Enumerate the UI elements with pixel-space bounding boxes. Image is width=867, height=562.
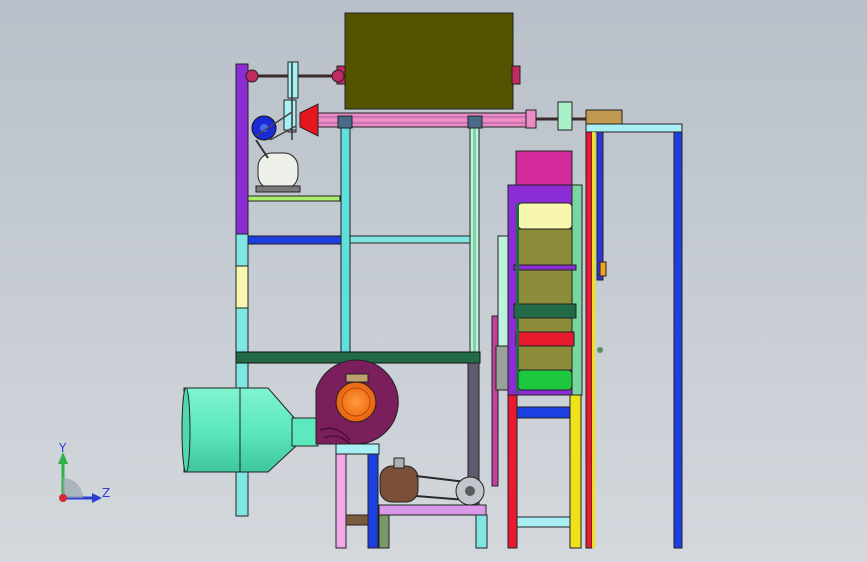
right-frame-chain[interactable]: [596, 131, 604, 281]
screw-bearing-block[interactable]: [557, 101, 573, 131]
elevator-belt[interactable]: [491, 315, 499, 487]
right-frame-top-bar[interactable]: [585, 123, 683, 133]
screw-gearbox[interactable]: [585, 109, 623, 125]
dryer-leg-yellow[interactable]: [569, 394, 582, 549]
dryer-top-magenta[interactable]: [515, 150, 573, 188]
triad-z-label: Z: [102, 486, 110, 500]
dryer-leg-blue-bar: [516, 406, 571, 419]
dryer-divider-1: [513, 264, 577, 271]
hopper[interactable]: [344, 12, 514, 110]
dryer-olive-block-2[interactable]: [517, 269, 573, 305]
cad-viewport[interactable]: Y Z: [0, 0, 867, 562]
triad-x-dot: [59, 494, 67, 502]
left-purple-column[interactable]: [235, 63, 249, 235]
duct-cylinder[interactable]: [183, 387, 241, 473]
dryer-frame-green-side: [571, 184, 583, 396]
conveyor-bracket-right: [467, 115, 483, 129]
lower-stand-crossbar: [345, 514, 369, 526]
screw-end-cap: [525, 109, 537, 129]
right-frame-inner-post: [592, 132, 595, 548]
dryer-leg-red[interactable]: [507, 394, 518, 549]
lower-motor-body[interactable]: [379, 465, 419, 503]
dryer-divider-2: [513, 303, 577, 319]
lower-stand-top[interactable]: [335, 443, 380, 455]
right-frame-bearing: [599, 261, 607, 277]
right-frame-bolt: [597, 347, 603, 353]
left-column-yellow-plate: [235, 265, 249, 309]
motor-base-plate[interactable]: [247, 195, 341, 202]
right-frame-blue-post[interactable]: [673, 131, 683, 549]
lower-motor-cap: [393, 457, 405, 469]
dryer-olive-block-1[interactable]: [517, 228, 573, 267]
conveyor-bracket: [337, 115, 353, 129]
frame-cyan-post-right-inner: [473, 126, 476, 352]
lower-stand-blue-leg[interactable]: [367, 451, 379, 549]
dryer-olive-block-3[interactable]: [517, 317, 573, 333]
dryer-inner-strip: [516, 203, 519, 393]
frame-cyan-post-center[interactable]: [340, 126, 351, 353]
fan-inlet-plate: [345, 373, 369, 383]
dryer-yellow-block[interactable]: [517, 202, 573, 230]
drive-bearing-right[interactable]: [331, 69, 345, 83]
lower-stand-pink-leg[interactable]: [335, 451, 347, 549]
triad-y-label: Y: [58, 441, 67, 455]
right-frame-red-post[interactable]: [585, 131, 593, 549]
frame-blue-bar[interactable]: [247, 235, 342, 245]
motor-body-white[interactable]: [257, 152, 299, 190]
dryer-red-band[interactable]: [515, 331, 575, 347]
drive-pulley-upper[interactable]: [287, 61, 299, 99]
hopper-assembly[interactable]: [336, 12, 521, 110]
lower-motor-base[interactable]: [378, 504, 487, 516]
dryer-column[interactable]: [507, 150, 583, 396]
dryer-leg-cyan-bar: [516, 516, 571, 528]
dryer-olive-block-4[interactable]: [517, 345, 573, 371]
lower-stand-cyan-post: [475, 514, 488, 549]
assembly-drawing[interactable]: Y Z: [0, 0, 867, 562]
frame-cyan-bar[interactable]: [349, 235, 471, 244]
duct-end-face: [181, 387, 191, 473]
lower-pulley-hub: [465, 486, 475, 496]
drive-bearing-left[interactable]: [245, 69, 259, 83]
hopper-shaft-cap-right: [511, 65, 521, 85]
duct-neck[interactable]: [291, 417, 319, 447]
motor-feet: [255, 185, 301, 193]
dryer-green-roll[interactable]: [517, 369, 573, 391]
drive-pulley-lower[interactable]: [283, 99, 297, 131]
